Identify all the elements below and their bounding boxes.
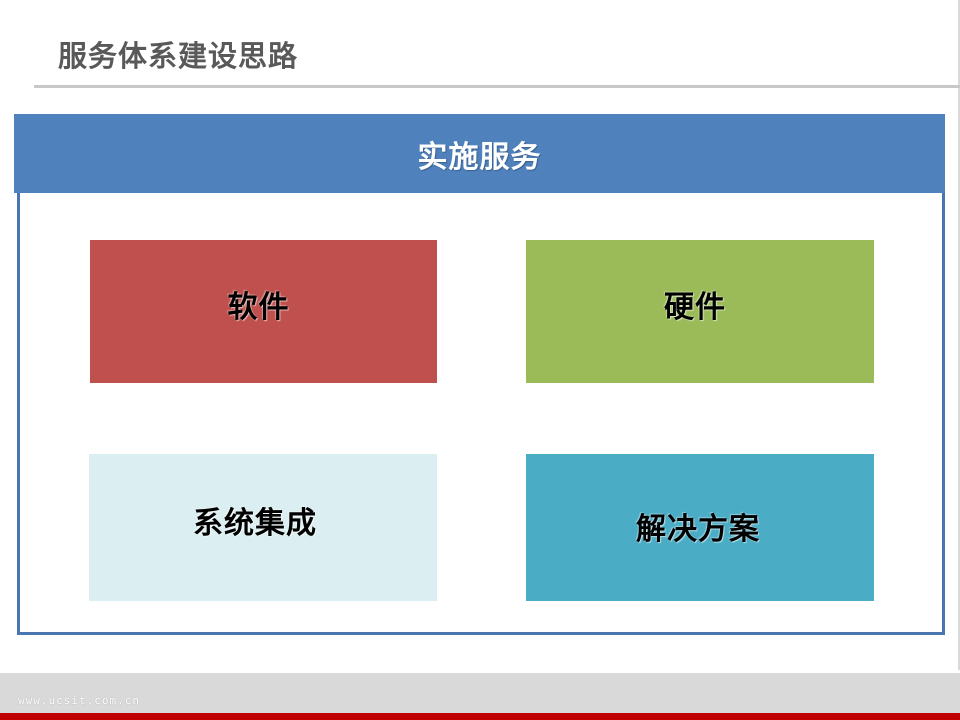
panel-header-text: 实施服务 (417, 139, 542, 175)
footer-accent-line (0, 713, 960, 720)
title-divider (34, 85, 960, 88)
slide-title: 服务体系建设思路 (58, 39, 299, 73)
footer-band (0, 673, 960, 713)
card-system-integration: 系统集成 (89, 454, 437, 601)
card-hardware: 硬件 (526, 240, 874, 383)
card-solution-label: 解决方案 (636, 511, 760, 547)
card-hardware-label: 硬件 (664, 289, 726, 325)
footer-url: www.ucsit.com.cn (18, 694, 140, 707)
card-solution: 解决方案 (526, 454, 874, 601)
card-system-integration-label: 系统集成 (193, 505, 317, 541)
slide: 服务体系建设思路 实施服务 软件 硬件 系统集成 解决方案 www.ucsit.… (0, 0, 960, 720)
card-software-label: 软件 (227, 289, 290, 325)
card-software: 软件 (90, 240, 437, 383)
panel-header: 实施服务 (14, 114, 945, 193)
